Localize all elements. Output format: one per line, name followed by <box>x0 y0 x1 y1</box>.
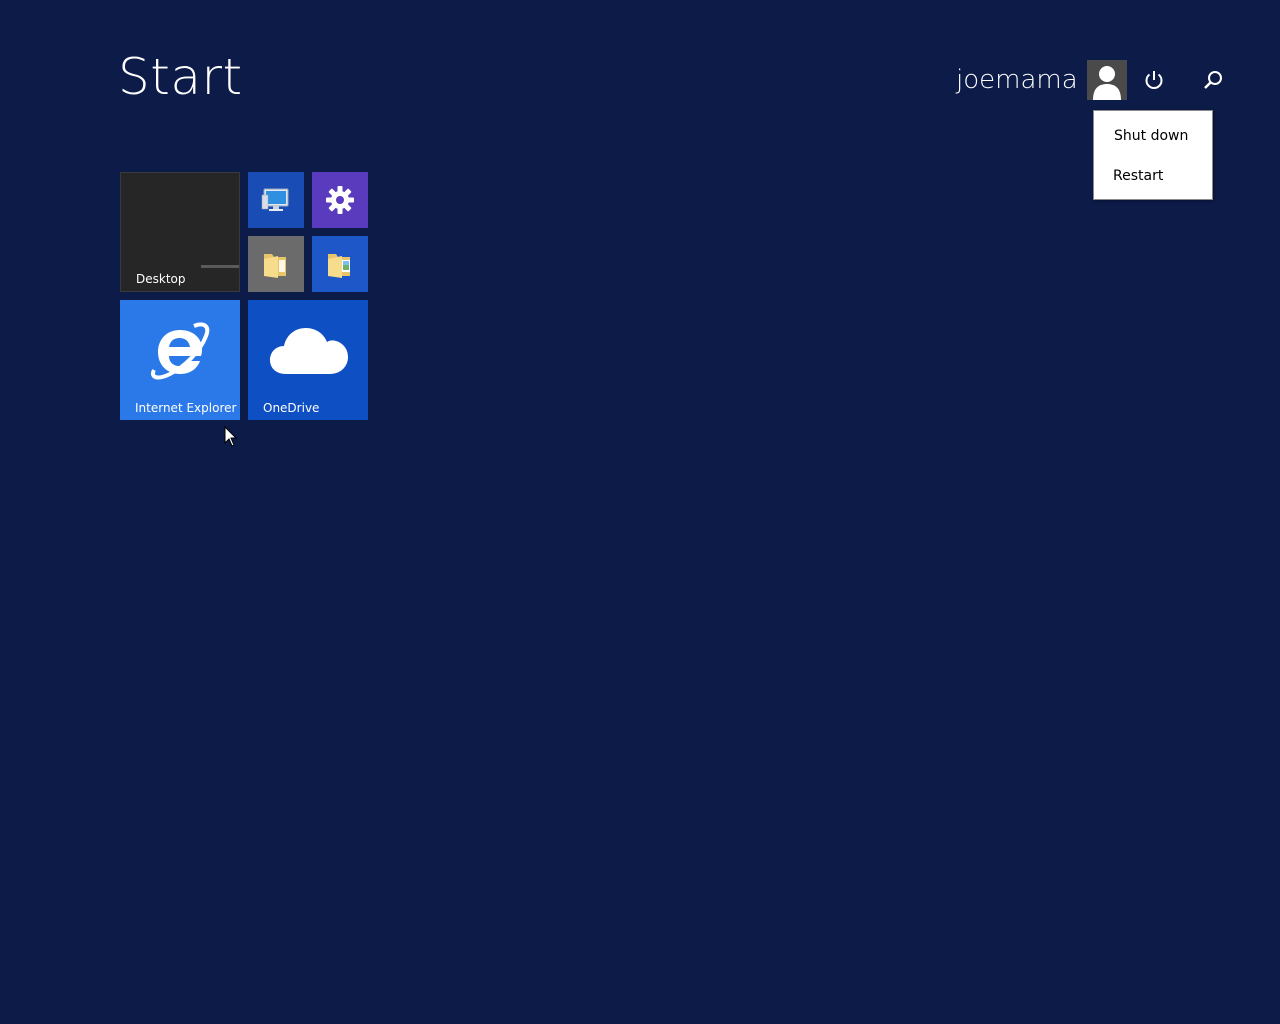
tile-desktop-label: Desktop <box>136 272 186 286</box>
mouse-cursor-icon <box>224 426 238 447</box>
tile-internet-explorer[interactable]: Internet Explorer <box>120 300 240 420</box>
tile-settings[interactable] <box>312 172 368 228</box>
gear-icon <box>326 186 354 214</box>
tile-folder-pictures[interactable] <box>312 236 368 292</box>
desktop-thumbnail <box>201 265 239 268</box>
user-avatar-icon <box>1086 60 1127 100</box>
cloud-icon <box>270 328 348 374</box>
tile-folder[interactable] <box>248 236 304 292</box>
folder-icon <box>264 254 286 278</box>
tile-desktop[interactable]: Desktop <box>120 172 240 292</box>
tile-computer[interactable] <box>248 172 304 228</box>
power-icon <box>1145 71 1163 89</box>
user-account-button[interactable]: joemama <box>956 60 1127 100</box>
search-icon <box>1204 71 1222 89</box>
start-screen: Start joemama Shut down Restart Desktop <box>0 0 1280 1024</box>
search-button[interactable] <box>1197 64 1229 96</box>
computer-monitor-icon <box>261 188 289 211</box>
power-menu: Shut down Restart <box>1093 110 1213 200</box>
power-button[interactable] <box>1138 64 1170 96</box>
tile-onedrive-label: OneDrive <box>263 401 320 415</box>
shut-down-menu-item[interactable]: Shut down <box>1094 118 1232 154</box>
internet-explorer-icon <box>151 322 210 380</box>
folder-image-icon <box>328 254 350 278</box>
tile-internet-explorer-label: Internet Explorer <box>135 401 237 415</box>
user-name: joemama <box>956 65 1078 95</box>
page-title: Start <box>118 48 243 106</box>
restart-menu-item[interactable]: Restart <box>1094 158 1231 194</box>
tile-onedrive[interactable]: OneDrive <box>248 300 368 420</box>
